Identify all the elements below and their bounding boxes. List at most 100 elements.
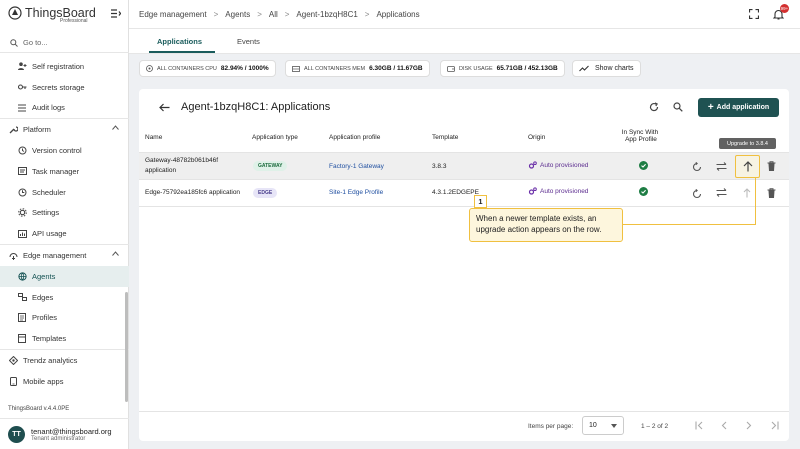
tab-applications[interactable]: Applications	[157, 37, 202, 46]
task-icon	[17, 166, 27, 176]
chevron-up-icon[interactable]	[112, 125, 119, 131]
delete-icon[interactable]	[767, 161, 776, 171]
clock-icon	[17, 187, 27, 197]
menu-toggle-icon[interactable]	[111, 9, 121, 18]
chevron-up-icon[interactable]	[112, 251, 119, 256]
row-name-line1: Gateway-48782b061b46f	[145, 157, 219, 164]
upgrade-button[interactable]	[735, 155, 760, 178]
page-title: Agent-1bzqH8C1: Applications	[181, 101, 331, 113]
fullscreen-icon[interactable]	[749, 9, 759, 19]
sidebar-item-secrets-storage[interactable]: Secrets storage	[0, 77, 129, 98]
table-row[interactable]: Edge-75792ea185fc6 application EDGE Site…	[139, 180, 789, 207]
profile-link[interactable]: Site-1 Edge Profile	[329, 189, 383, 196]
tab-events[interactable]: Events	[237, 37, 260, 46]
profile-link[interactable]: Factory-1 Gateway	[329, 163, 384, 170]
sidebar: ThingsBoard Professional Go to... Self r…	[0, 0, 129, 449]
sidebar-item-label: Platform	[23, 125, 51, 135]
user-role: Tenant administrator	[31, 435, 86, 442]
key-icon	[17, 82, 27, 92]
swap-icon[interactable]	[716, 188, 727, 197]
restart-icon[interactable]	[692, 189, 702, 199]
sidebar-item-self-registration[interactable]: Self registration	[0, 56, 129, 77]
sidebar-item-label: Task manager	[32, 166, 80, 176]
breadcrumb-item[interactable]: Agents	[225, 10, 250, 19]
sidebar-section-trendz-analytics[interactable]: Trendz analytics	[0, 350, 129, 371]
breadcrumb-item[interactable]: All	[269, 10, 278, 19]
sidebar-item-label: Agents	[32, 271, 56, 281]
sidebar-section-platform[interactable]: Platform	[0, 119, 129, 140]
restart-icon[interactable]	[692, 162, 702, 172]
edges-icon	[17, 292, 27, 302]
previous-page-icon[interactable]	[721, 421, 727, 430]
gears-icon	[528, 187, 537, 195]
breadcrumb-separator: >	[257, 10, 262, 19]
profile-icon	[17, 313, 27, 323]
goto-search[interactable]: Go to...	[0, 33, 129, 53]
active-tab-indicator	[149, 51, 215, 53]
stat-disk: DISK USAGE 65.71GB / 452.13GB	[440, 60, 565, 77]
table-row[interactable]: Gateway-48782b061b46f application GATEWA…	[139, 153, 789, 180]
column-header-name[interactable]: Name	[145, 134, 162, 141]
add-application-button[interactable]: + Add application	[698, 98, 779, 117]
breadcrumb: Edge management > Agents > All > Agent-1bzq…	[139, 10, 427, 19]
callout-connector	[755, 178, 756, 225]
back-arrow-icon[interactable]	[159, 103, 170, 112]
upgrade-arrow-icon	[743, 161, 753, 172]
column-header-in-sync[interactable]: In Sync With App Profile	[622, 129, 663, 143]
memory-icon	[292, 65, 300, 72]
callout-box: When a newer template exists, an upgrade…	[469, 208, 623, 242]
sidebar-item-api-usage[interactable]: API usage	[0, 223, 129, 244]
user-panel[interactable]: TT tenant@thingsboard.org Tenant adminis…	[0, 418, 129, 449]
breadcrumb-item[interactable]: Agent-1bzqH8C1	[296, 10, 357, 19]
disk-icon	[447, 65, 455, 72]
items-per-page-select[interactable]: 10	[582, 416, 624, 435]
origin-text: Auto provisioned	[540, 162, 589, 169]
column-header-origin[interactable]: Origin	[528, 134, 545, 141]
sidebar-scrollbar[interactable]	[125, 292, 128, 402]
stat-value: 6.30GB / 11.67GB	[369, 65, 423, 72]
refresh-icon[interactable]	[649, 102, 659, 112]
sidebar-section-mobile-apps[interactable]: Mobile apps	[0, 371, 129, 392]
stat-value: 65.71GB / 452.13GB	[496, 65, 558, 72]
sidebar-item-label: Settings	[32, 208, 60, 218]
chart-icon	[17, 229, 27, 239]
callout-connector	[623, 224, 755, 225]
column-header-in-sync-line1: In Sync With	[621, 129, 659, 136]
sidebar-item-task-manager[interactable]: Task manager	[0, 161, 129, 182]
breadcrumb-separator: >	[284, 10, 290, 19]
last-page-icon[interactable]	[769, 421, 779, 430]
column-header-application-profile[interactable]: Application profile	[329, 134, 380, 141]
sidebar-item-templates[interactable]: Templates	[0, 328, 129, 349]
upgrade-tooltip: Upgrade to 3.8.4	[719, 138, 776, 149]
stat-cpu: ALL CONTAINERS CPU 82.94% / 1000%	[139, 60, 276, 77]
delete-icon[interactable]	[767, 188, 776, 198]
column-header-template[interactable]: Template	[432, 134, 458, 141]
next-page-icon[interactable]	[746, 421, 752, 430]
stat-label: ALL CONTAINERS CPU	[157, 65, 217, 72]
check-circle-icon	[639, 161, 648, 170]
show-charts-button[interactable]: Show charts	[572, 60, 641, 77]
sidebar-item-audit-logs[interactable]: Audit logs	[0, 98, 129, 119]
first-page-icon[interactable]	[695, 421, 705, 430]
type-badge: GATEWAY	[253, 161, 288, 171]
sidebar-item-label: Edges	[32, 292, 54, 302]
sidebar-item-edges[interactable]: Edges	[0, 287, 129, 308]
swap-icon[interactable]	[716, 162, 727, 171]
sidebar-item-label: Secrets storage	[32, 82, 85, 92]
sidebar-section-edge-management[interactable]: Edge management	[0, 245, 129, 266]
sidebar-item-profiles[interactable]: Profiles	[0, 308, 129, 329]
sidebar-item-label: Scheduler	[32, 187, 66, 197]
template-version: 3.8.3	[432, 163, 447, 170]
plus-icon: +	[707, 101, 714, 113]
breadcrumb-item[interactable]: Edge management	[139, 10, 207, 19]
column-header-application-type[interactable]: Application type	[252, 134, 298, 141]
sidebar-item-scheduler[interactable]: Scheduler	[0, 182, 129, 203]
sidebar-item-settings[interactable]: Settings	[0, 203, 129, 224]
breadcrumb-separator: >	[213, 10, 219, 19]
sidebar-item-agents[interactable]: Agents	[0, 265, 129, 287]
sidebar-item-version-control[interactable]: Version control	[0, 140, 129, 161]
sidebar-item-label: Edge management	[23, 251, 87, 261]
row-name-line2: application	[145, 167, 177, 174]
applications-card: Agent-1bzqH8C1: Applications + Add appli…	[139, 89, 789, 441]
search-icon[interactable]	[673, 102, 683, 112]
